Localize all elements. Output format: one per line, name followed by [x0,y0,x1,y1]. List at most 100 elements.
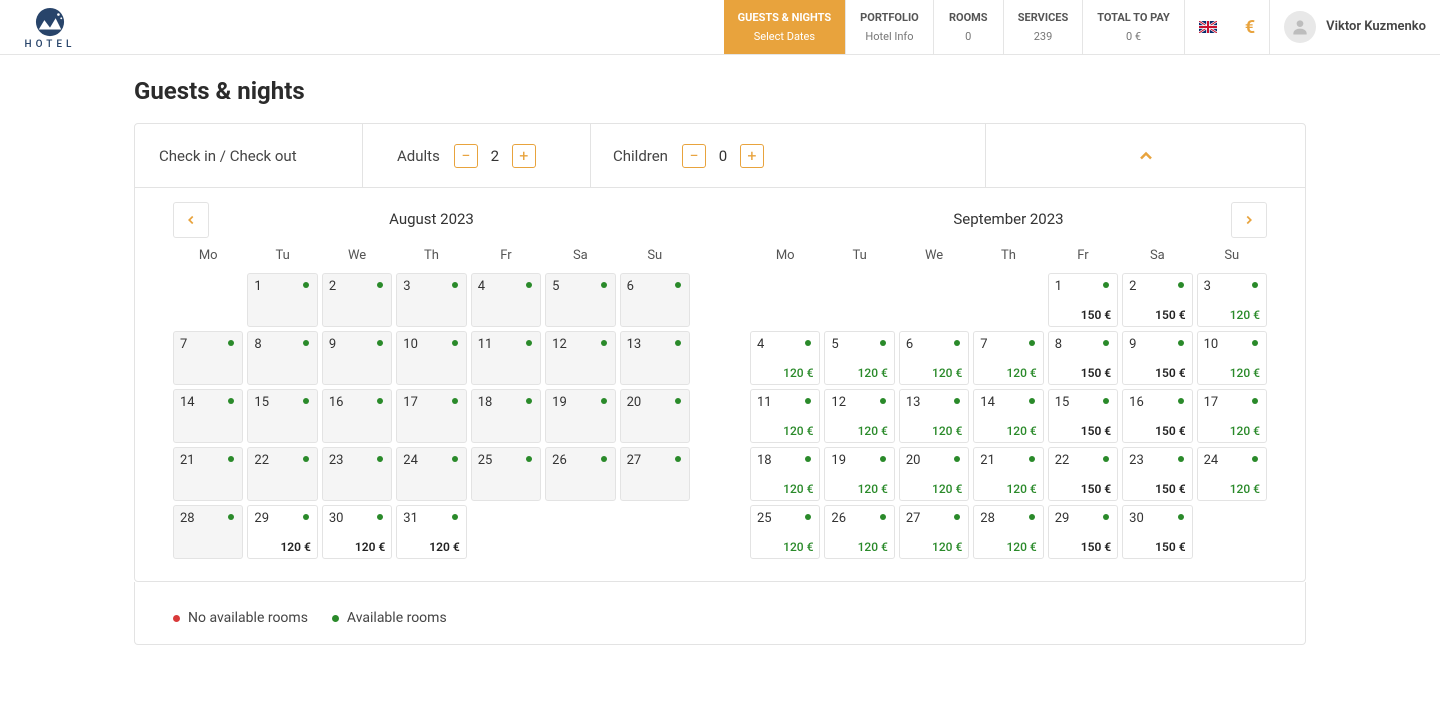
calendar-day[interactable]: 12 [545,331,615,385]
calendar-day[interactable]: 26120 € [824,505,894,559]
day-price: 120 € [906,424,962,438]
page-title: Guests & nights [134,77,1306,105]
adults-minus-button[interactable]: − [454,144,478,168]
calendar-day[interactable]: 9 [322,331,392,385]
calendar-day[interactable]: 1 [247,273,317,327]
calendar-day[interactable]: 18120 € [750,447,820,501]
day-number: 31 [403,511,459,526]
green-dot-icon [452,282,458,288]
calendar-day[interactable]: 10120 € [1197,331,1267,385]
calendar-day[interactable]: 28 [173,505,243,559]
calendar-day[interactable]: 3120 € [1197,273,1267,327]
children-minus-button[interactable]: − [682,144,706,168]
calendar-day[interactable]: 17 [396,389,466,443]
calendar-day[interactable]: 8 [247,331,317,385]
currency-button[interactable]: € [1231,0,1269,54]
calendar-day[interactable]: 6120 € [899,331,969,385]
calendar-day[interactable]: 20 [620,389,690,443]
page: Guests & nights Check in / Check out Adu… [134,55,1306,645]
dow-label: We [322,248,392,263]
children-plus-button[interactable]: + [740,144,764,168]
calendar-day[interactable]: 22150 € [1048,447,1118,501]
calendar-day[interactable]: 1150 € [1048,273,1118,327]
calendar-day[interactable]: 27120 € [899,505,969,559]
day-number: 26 [831,511,887,526]
dow-label: Mo [750,248,820,263]
calendar-day[interactable]: 7120 € [973,331,1043,385]
day-number: 5 [552,279,608,294]
calendar-day[interactable]: 16150 € [1122,389,1192,443]
brand-logo[interactable]: HOTEL [0,0,100,54]
calendar-day[interactable]: 15 [247,389,317,443]
calendar-day[interactable]: 19 [545,389,615,443]
calendar-day[interactable]: 2150 € [1122,273,1192,327]
dow-row: MoTuWeThFrSaSu [750,248,1267,263]
day-number: 24 [403,453,459,468]
nav-tab-total[interactable]: TOTAL TO PAY 0 € [1082,0,1184,54]
calendar-day[interactable]: 16 [322,389,392,443]
calendar-day[interactable]: 23150 € [1122,447,1192,501]
calendar-day[interactable]: 25120 € [750,505,820,559]
calendar-day[interactable]: 30150 € [1122,505,1192,559]
calendar-day[interactable]: 15150 € [1048,389,1118,443]
calendar-day[interactable]: 29150 € [1048,505,1118,559]
calendar-day[interactable]: 14120 € [973,389,1043,443]
calendar-day[interactable]: 24120 € [1197,447,1267,501]
calendar-day[interactable]: 10 [396,331,466,385]
checkinout-cell[interactable]: Check in / Check out [135,124,363,187]
calendar-day[interactable]: 22 [247,447,317,501]
calendar-day[interactable]: 28120 € [973,505,1043,559]
calendar-day[interactable]: 29120 € [247,505,317,559]
nav-tab-rooms[interactable]: ROOMS 0 [933,0,1003,54]
calendar-day[interactable]: 17120 € [1197,389,1267,443]
calendar-day[interactable]: 27 [620,447,690,501]
calendar-day[interactable]: 30120 € [322,505,392,559]
green-dot-icon [601,340,607,346]
calendar-day[interactable]: 3 [396,273,466,327]
calendar-day[interactable]: 12120 € [824,389,894,443]
nav-tab-title: PORTFOLIO [860,11,919,24]
day-price: 120 € [1204,366,1260,380]
calendar-grid: 1150 €2150 €3120 € 4120 €5120 €6120 €7120… [750,273,1267,559]
calendar-day[interactable]: 4120 € [750,331,820,385]
calendar-day[interactable]: 5120 € [824,331,894,385]
calendar-day[interactable]: 21120 € [973,447,1043,501]
calendar-day[interactable]: 23 [322,447,392,501]
panel-collapse-toggle[interactable] [986,124,1305,187]
calendar-day[interactable]: 13120 € [899,389,969,443]
day-price: 150 € [1055,424,1111,438]
nav-tab-guests[interactable]: GUESTS & NIGHTS Select Dates [724,0,846,54]
calendar-day[interactable]: 5 [545,273,615,327]
calendar-day[interactable]: 26 [545,447,615,501]
nav-tab-sub: 0 [965,30,971,43]
calendar-day[interactable]: 21 [173,447,243,501]
calendar-day[interactable]: 6 [620,273,690,327]
calendars: August 2023 MoTuWeThFrSaSu 1234567891011… [135,188,1305,581]
calendar-day[interactable]: 11120 € [750,389,820,443]
calendar-day[interactable]: 18 [471,389,541,443]
green-dot-icon [601,456,607,462]
adults-plus-button[interactable]: + [512,144,536,168]
nav-tab-portfolio[interactable]: PORTFOLIO Hotel Info [845,0,933,54]
calendar-day[interactable]: 24 [396,447,466,501]
calendar-day[interactable]: 20120 € [899,447,969,501]
calendar-day[interactable]: 2 [322,273,392,327]
calendar-day[interactable]: 14 [173,389,243,443]
nav-tab-services[interactable]: SERVICES 239 [1003,0,1082,54]
green-dot-icon [1029,340,1035,346]
calendar-day[interactable]: 4 [471,273,541,327]
calendar-day[interactable]: 13 [620,331,690,385]
user-menu[interactable]: Viktor Kuzmenko [1269,0,1440,54]
next-month-button[interactable] [1231,202,1267,238]
prev-month-button[interactable] [173,202,209,238]
calendar-day[interactable]: 19120 € [824,447,894,501]
calendar-day[interactable]: 25 [471,447,541,501]
calendar-day[interactable]: 8150 € [1048,331,1118,385]
calendar-day[interactable]: 11 [471,331,541,385]
day-price: 120 € [1204,482,1260,496]
calendar-day[interactable]: 31120 € [396,505,466,559]
nav-tab-title: SERVICES [1018,11,1068,24]
calendar-day[interactable]: 9150 € [1122,331,1192,385]
language-button[interactable] [1185,0,1231,54]
calendar-day[interactable]: 7 [173,331,243,385]
